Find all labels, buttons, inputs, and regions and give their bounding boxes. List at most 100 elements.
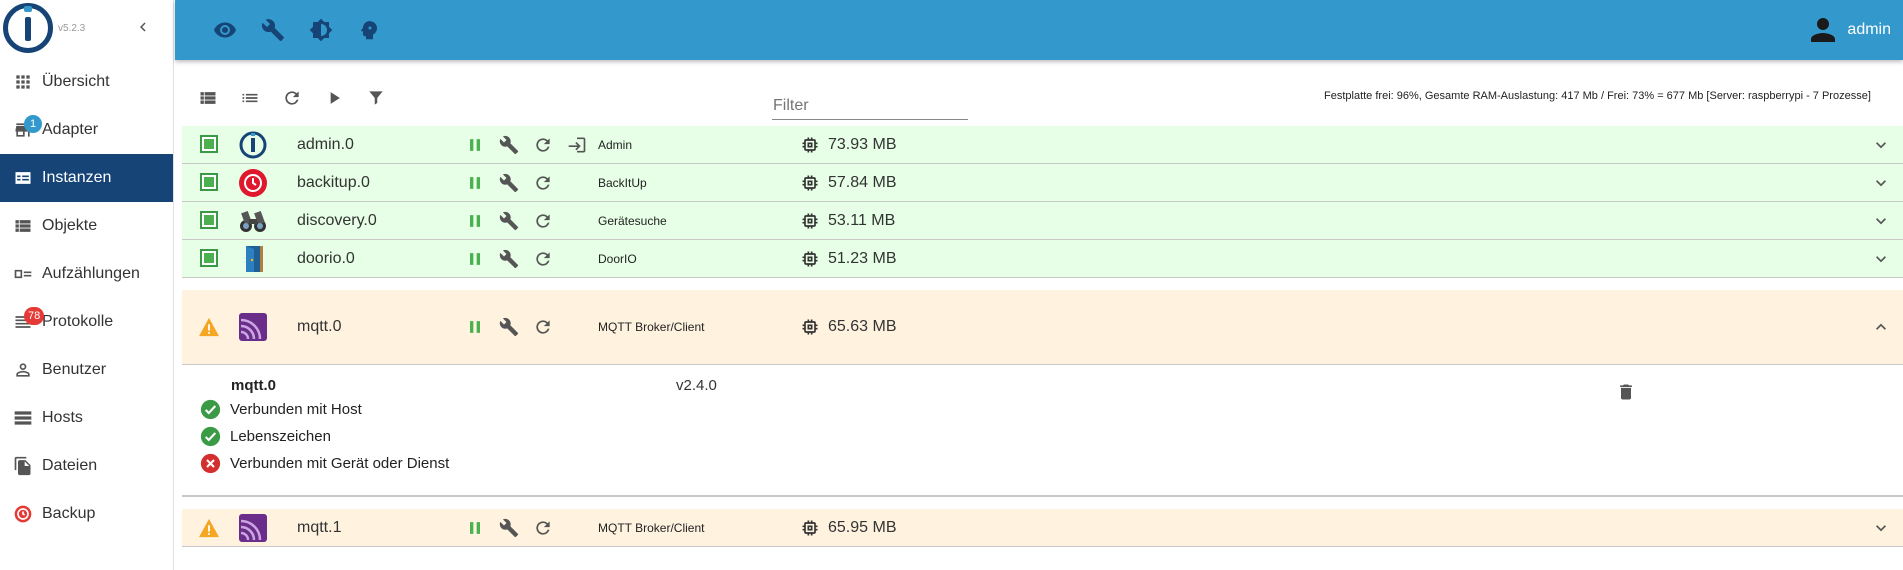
details-instance-name: mqtt.0 xyxy=(231,377,276,394)
collapse-chevron-icon[interactable] xyxy=(1871,317,1891,337)
instance-row-discovery[interactable]: discovery.0 Gerätesuche 53.11 MB xyxy=(182,202,1903,240)
instance-enabled-checkbox[interactable] xyxy=(200,249,218,267)
settings-wrench-icon[interactable] xyxy=(498,517,520,539)
settings-wrench-icon[interactable] xyxy=(498,134,520,156)
check-circle-icon xyxy=(200,426,221,447)
sidebar-item-objekte[interactable]: Objekte xyxy=(0,202,173,250)
sidebar-item-aufzaehlungen[interactable]: Aufzählungen xyxy=(0,250,173,298)
expand-chevron-icon[interactable] xyxy=(1871,173,1891,193)
status-heartbeat: Lebenszeichen xyxy=(200,426,331,447)
app-root: v5.2.3 Übersicht 1 Adapter Instanzen Obj… xyxy=(0,0,1903,570)
instance-actions xyxy=(464,210,554,232)
sidebar-item-label: Backup xyxy=(42,505,96,522)
memory-chip-icon xyxy=(802,520,818,536)
collapse-sidebar-icon[interactable] xyxy=(134,16,152,38)
compact-view-icon[interactable] xyxy=(196,86,220,110)
pause-icon[interactable] xyxy=(464,248,486,270)
eye-icon[interactable] xyxy=(211,16,239,44)
expand-chevron-icon[interactable] xyxy=(1871,249,1891,269)
restart-icon[interactable] xyxy=(532,517,554,539)
backup-icon xyxy=(12,503,34,525)
restart-icon[interactable] xyxy=(532,210,554,232)
sidebar-item-instanzen[interactable]: Instanzen xyxy=(0,154,173,202)
instance-name: doorio.0 xyxy=(297,250,355,267)
restart-icon[interactable] xyxy=(532,134,554,156)
delete-trash-icon[interactable] xyxy=(1616,381,1636,403)
sidebar-item-label: Übersicht xyxy=(42,73,110,90)
instance-memory: 65.95 MB xyxy=(800,518,896,538)
refresh-icon[interactable] xyxy=(280,86,304,110)
instance-row-admin[interactable]: admin.0 Admin 73.93 MB xyxy=(182,126,1903,164)
instance-memory: 57.84 MB xyxy=(800,173,896,193)
instance-row-backitup[interactable]: backitup.0 BackItUp 57.84 MB xyxy=(182,164,1903,202)
sidebar-item-adapter[interactable]: 1 Adapter xyxy=(0,106,173,154)
user-name: admin xyxy=(1847,21,1891,38)
open-web-icon[interactable] xyxy=(566,134,588,156)
error-circle-icon xyxy=(200,453,221,474)
instance-enabled-checkbox[interactable] xyxy=(200,173,218,191)
iobroker-logo[interactable] xyxy=(3,3,53,53)
pause-icon[interactable] xyxy=(464,210,486,232)
settings-wrench-icon[interactable] xyxy=(498,248,520,270)
instance-row-mqtt-1[interactable]: mqtt.1 MQTT Broker/Client 65.95 MB xyxy=(182,509,1903,547)
list-view-icon[interactable] xyxy=(238,86,262,110)
memory-chip-icon xyxy=(802,251,818,267)
sidebar-item-benutzer[interactable]: Benutzer xyxy=(0,346,173,394)
instances-icon xyxy=(12,167,34,189)
sidebar-item-uebersicht[interactable]: Übersicht xyxy=(0,58,173,106)
theme-icon[interactable] xyxy=(307,16,335,44)
backitup-icon xyxy=(238,168,268,198)
status-label: Lebenszeichen xyxy=(230,428,331,445)
sidebar-item-label: Instanzen xyxy=(42,169,112,186)
instance-enabled-checkbox[interactable] xyxy=(200,135,218,153)
pause-icon[interactable] xyxy=(464,134,486,156)
instance-row-doorio[interactable]: doorio.0 DoorIO 51.23 MB xyxy=(182,240,1903,278)
top-bar-icons xyxy=(211,16,383,44)
status-label: Verbunden mit Gerät oder Dienst xyxy=(230,455,450,472)
expert-mode-icon[interactable] xyxy=(355,16,383,44)
settings-wrench-icon[interactable] xyxy=(498,316,520,338)
filter-input[interactable] xyxy=(772,92,968,120)
mqtt-icon xyxy=(238,312,268,342)
sidebar-item-dateien[interactable]: Dateien xyxy=(0,442,173,490)
memory-chip-icon xyxy=(802,175,818,191)
pause-icon[interactable] xyxy=(464,316,486,338)
sidebar-item-backup[interactable]: Backup xyxy=(0,490,173,538)
user-menu[interactable]: admin xyxy=(1805,12,1891,48)
restart-icon[interactable] xyxy=(532,248,554,270)
sidebar-item-label: Dateien xyxy=(42,457,98,474)
filter-icon[interactable] xyxy=(364,86,388,110)
memory-value: 51.23 MB xyxy=(828,250,897,267)
log-count-badge: 78 xyxy=(24,307,45,325)
wrench-icon[interactable] xyxy=(259,16,287,44)
pause-icon[interactable] xyxy=(464,517,486,539)
instance-memory: 65.63 MB xyxy=(800,317,896,337)
restart-icon[interactable] xyxy=(532,172,554,194)
sidebar: v5.2.3 Übersicht 1 Adapter Instanzen Obj… xyxy=(0,0,174,570)
instance-title: BackItUp xyxy=(598,176,647,190)
instance-row-mqtt-0[interactable]: mqtt.0 MQTT Broker/Client 65.63 MB xyxy=(182,290,1903,365)
system-info: Festplatte frei: 96%, Gesamte RAM-Auslas… xyxy=(1324,90,1871,102)
hosts-icon xyxy=(12,407,34,429)
restart-icon[interactable] xyxy=(532,316,554,338)
settings-wrench-icon[interactable] xyxy=(498,172,520,194)
status-connected-device: Verbunden mit Gerät oder Dienst xyxy=(200,453,449,474)
sidebar-item-hosts[interactable]: Hosts xyxy=(0,394,173,442)
instance-actions xyxy=(464,134,588,156)
pause-icon[interactable] xyxy=(464,172,486,194)
binoculars-icon xyxy=(238,206,268,236)
memory-value: 65.63 MB xyxy=(828,318,897,335)
play-icon[interactable] xyxy=(322,86,346,110)
expand-chevron-icon[interactable] xyxy=(1871,518,1891,538)
expand-chevron-icon[interactable] xyxy=(1871,135,1891,155)
sidebar-item-protokolle[interactable]: 78 Protokolle xyxy=(0,298,173,346)
instance-title: MQTT Broker/Client xyxy=(598,320,705,334)
settings-wrench-icon[interactable] xyxy=(498,210,520,232)
instance-title: MQTT Broker/Client xyxy=(598,521,705,535)
instance-name: backitup.0 xyxy=(297,174,370,191)
memory-chip-icon xyxy=(802,137,818,153)
instance-enabled-checkbox[interactable] xyxy=(200,211,218,229)
instance-name: discovery.0 xyxy=(297,212,377,229)
expand-chevron-icon[interactable] xyxy=(1871,211,1891,231)
